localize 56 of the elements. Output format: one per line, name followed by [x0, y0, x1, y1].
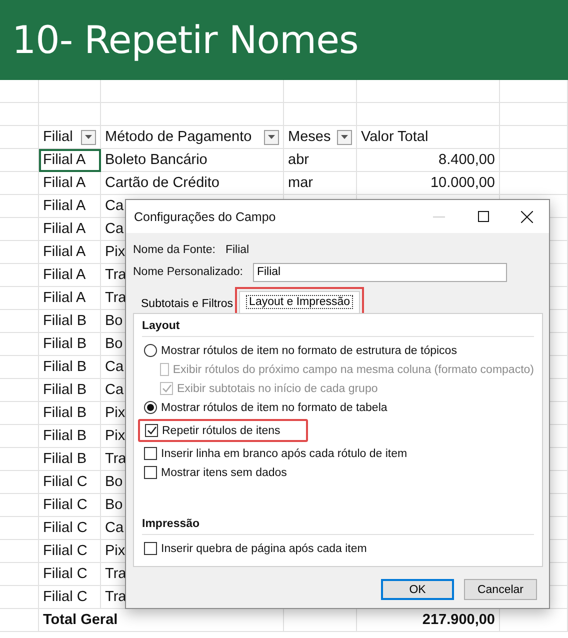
table-cell: mar — [284, 172, 357, 195]
selected-cell[interactable]: Filial A — [39, 149, 101, 172]
table-cell: Filial B — [39, 356, 101, 379]
column-header: Filial — [43, 129, 73, 145]
dialog-button[interactable]: Cancelar — [464, 579, 537, 600]
checkbox[interactable] — [144, 466, 157, 479]
field-label: Nome Personalizado: — [133, 266, 243, 278]
table-cell: 10.000,00 — [357, 172, 500, 195]
table-cell: Filial A — [39, 218, 101, 241]
maximize-icon — [478, 211, 488, 222]
table-cell: Filial B — [39, 402, 101, 425]
column-header: Valor Total — [361, 129, 428, 145]
close-icon — [521, 210, 533, 222]
table-cell: Filial A — [39, 172, 101, 195]
filter-button[interactable] — [264, 130, 279, 144]
checkbox[interactable] — [145, 424, 158, 437]
table-cell: Boleto Bancário — [101, 149, 284, 172]
section-heading: Layout — [142, 320, 534, 337]
checkbox[interactable] — [144, 447, 157, 460]
radio-button[interactable] — [144, 344, 157, 357]
caret-icon — [85, 135, 92, 139]
section-heading: Impressão — [142, 518, 534, 535]
checkbox[interactable] — [144, 542, 157, 555]
table-cell: Filial C — [39, 540, 101, 563]
table-cell: Filial C — [39, 563, 101, 586]
banner-title: 10- Repetir Nomes — [12, 18, 358, 62]
table-cell: Filial C — [39, 586, 101, 609]
table-cell: Filial B — [39, 448, 101, 471]
table-cell: Filial B — [39, 379, 101, 402]
table-cell: Filial A — [39, 195, 101, 218]
table-cell: Filial B — [39, 310, 101, 333]
input-field[interactable]: Filial — [252, 262, 507, 282]
caret-icon — [268, 135, 275, 139]
minimize-icon — [433, 216, 445, 218]
filter-button[interactable] — [337, 130, 352, 144]
radio-button[interactable] — [144, 401, 157, 414]
table-cell: Filial A — [39, 287, 101, 310]
option-label: Repetir rótulos de itens — [162, 424, 280, 436]
dialog-button[interactable]: OK — [381, 579, 454, 600]
field-value: Filial — [225, 244, 250, 256]
caret-icon — [341, 135, 348, 139]
column-header: Meses — [288, 129, 331, 145]
table-cell: Filial A — [39, 241, 101, 264]
table-cell: Filial C — [39, 517, 101, 540]
table-cell: 8.400,00 — [357, 149, 500, 172]
column-header: Método de Pagamento — [105, 129, 252, 145]
table-cell: abr — [284, 149, 357, 172]
field-label: Nome da Fonte: — [133, 244, 216, 256]
table-cell: Filial B — [39, 333, 101, 356]
table-cell: Cartão de Crédito — [101, 172, 284, 195]
tab[interactable]: Subtotais e Filtros — [135, 295, 240, 313]
table-cell: Filial A — [39, 264, 101, 287]
table-cell: Filial C — [39, 494, 101, 517]
table-cell: Filial B — [39, 425, 101, 448]
filter-button[interactable] — [81, 130, 96, 144]
table-cell: Filial C — [39, 471, 101, 494]
